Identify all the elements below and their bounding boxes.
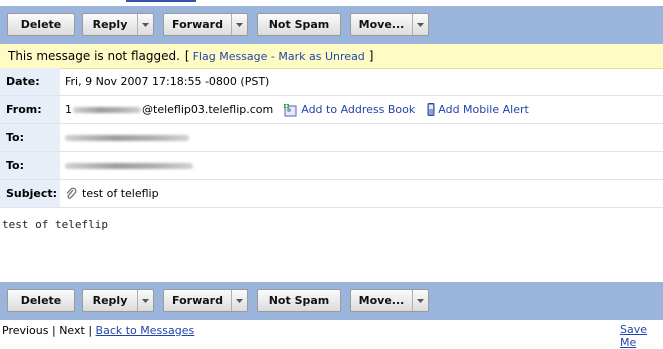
save-message-link[interactable]: Save Me <box>620 323 663 349</box>
add-address-book-link[interactable]: Add to Address Book <box>283 103 415 117</box>
not-spam-button[interactable]: Not Spam <box>257 289 341 312</box>
forward-button[interactable]: Forward <box>163 289 248 312</box>
to-row-2: To: <box>0 152 663 180</box>
to-label-2: To: <box>0 152 60 179</box>
previous-link[interactable]: Previous <box>2 324 49 337</box>
to-label: To: <box>0 124 60 151</box>
chevron-down-icon[interactable] <box>412 290 428 311</box>
to-row: To: <box>0 124 663 152</box>
flag-separator: - <box>267 49 279 63</box>
nav-separator: | <box>48 323 60 337</box>
address-book-icon <box>284 103 297 116</box>
nav-separator: | <box>84 323 96 337</box>
flag-status-text: This message is not flagged. <box>8 49 180 63</box>
subject-row: Subject: test of teleflip <box>0 180 663 208</box>
reply-button[interactable]: Reply <box>82 289 154 312</box>
move-button[interactable]: Move... <box>350 289 429 312</box>
not-spam-label: Not Spam <box>268 18 330 31</box>
delete-button[interactable]: Delete <box>7 289 75 312</box>
to-value-2 <box>60 152 193 179</box>
add-address-book-label: Add to Address Book <box>301 103 416 116</box>
date-value: Fri, 9 Nov 2007 17:18:55 -0800 (PST) <box>65 75 270 88</box>
from-row: From: 1 @teleflip03.teleflip.com Add to … <box>0 96 663 124</box>
message-body: test of teleflip <box>2 218 108 231</box>
chevron-down-icon[interactable] <box>231 290 247 311</box>
chevron-down-icon[interactable] <box>412 14 428 35</box>
reply-label: Reply <box>92 18 128 31</box>
subject-text: test of teleflip <box>82 187 159 200</box>
subject-value: test of teleflip <box>60 180 159 207</box>
flag-message-link[interactable]: Flag Message <box>193 50 268 63</box>
chevron-down-icon[interactable] <box>231 14 247 35</box>
to-value <box>60 124 189 151</box>
message-headers: Date: Fri, 9 Nov 2007 17:18:55 -0800 (PS… <box>0 68 663 208</box>
not-spam-button[interactable]: Not Spam <box>257 13 341 36</box>
date-row: Date: Fri, 9 Nov 2007 17:18:55 -0800 (PS… <box>0 68 663 96</box>
bracket-close: ] <box>368 49 374 63</box>
from-prefix: 1 <box>65 103 72 116</box>
reply-label: Reply <box>92 294 128 307</box>
flag-status-bar: This message is not flagged. [ Flag Mess… <box>0 44 663 69</box>
chevron-down-icon[interactable] <box>137 14 153 35</box>
forward-label: Forward <box>172 294 223 307</box>
mark-unread-link[interactable]: Mark as Unread <box>278 50 364 63</box>
delete-label: Delete <box>20 294 62 307</box>
truncated-link <box>126 0 196 2</box>
redacted-recipient <box>65 162 193 169</box>
not-spam-label: Not Spam <box>268 294 330 307</box>
delete-button[interactable]: Delete <box>7 13 75 36</box>
subject-label: Subject: <box>0 180 60 207</box>
mobile-phone-icon <box>427 103 435 116</box>
redacted-recipient <box>65 134 189 141</box>
add-mobile-alert-label: Add Mobile Alert <box>438 103 529 116</box>
reply-button[interactable]: Reply <box>82 13 154 36</box>
move-button[interactable]: Move... <box>350 13 429 36</box>
paperclip-icon <box>66 187 77 199</box>
forward-label: Forward <box>172 18 223 31</box>
redacted-sender <box>73 106 141 113</box>
delete-label: Delete <box>20 18 62 31</box>
date-label: Date: <box>0 68 60 95</box>
next-link[interactable]: Next <box>59 324 85 337</box>
move-label: Move... <box>358 294 405 307</box>
from-label: From: <box>0 96 60 123</box>
from-domain: @teleflip03.teleflip.com <box>142 103 274 116</box>
chevron-down-icon[interactable] <box>137 290 153 311</box>
add-mobile-alert-link[interactable]: Add Mobile Alert <box>427 103 529 116</box>
back-to-messages-link[interactable]: Back to Messages <box>96 324 195 337</box>
message-nav: Previous | Next | Back to Messages Save … <box>2 322 663 349</box>
forward-button[interactable]: Forward <box>163 13 248 36</box>
bottom-toolbar: Delete Reply Forward Not Spam Move... <box>0 282 663 320</box>
bracket-open: [ <box>184 49 190 63</box>
top-toolbar: Delete Reply Forward Not Spam Move... <box>0 6 663 44</box>
from-value: 1 @teleflip03.teleflip.com Add to Addres… <box>60 96 529 123</box>
move-label: Move... <box>358 18 405 31</box>
